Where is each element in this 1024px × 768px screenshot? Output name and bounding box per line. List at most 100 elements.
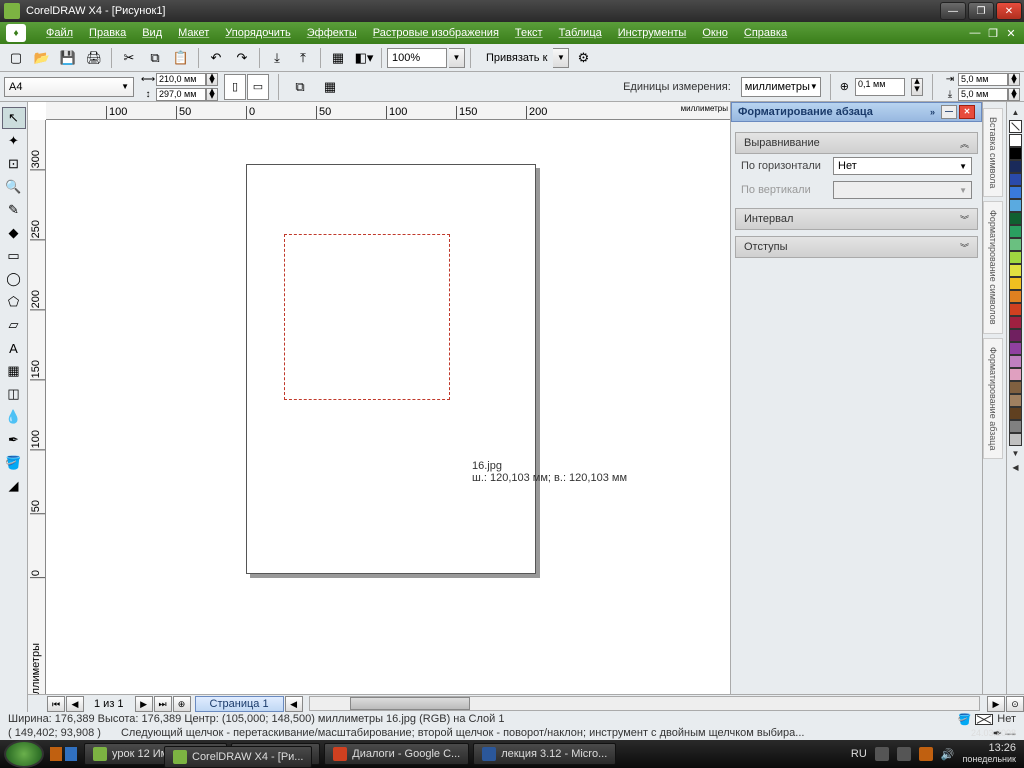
- scrollbar-thumb[interactable]: [350, 697, 470, 710]
- color-swatch[interactable]: [1009, 212, 1022, 225]
- canvas-area[interactable]: 100 50 0 50 100 150 200 миллиметры 300 2…: [28, 102, 730, 712]
- spinner[interactable]: ▴▾: [1008, 73, 1020, 86]
- zoom-input[interactable]: 100%: [387, 48, 447, 68]
- menu-макет[interactable]: Макет: [170, 24, 217, 42]
- color-swatch[interactable]: [1009, 277, 1022, 290]
- menu-вид[interactable]: Вид: [134, 24, 170, 42]
- color-swatch[interactable]: [1009, 264, 1022, 277]
- app-launcher-icon[interactable]: ▦: [326, 47, 350, 69]
- spinner[interactable]: ▴▾: [1008, 88, 1020, 101]
- vertical-ruler[interactable]: 300 250 200 150 100 50 0 миллиметры: [28, 120, 46, 712]
- color-swatch[interactable]: [1009, 186, 1022, 199]
- color-swatch[interactable]: [1009, 381, 1022, 394]
- menu-справка[interactable]: Справка: [736, 24, 795, 42]
- spinner[interactable]: ▴▾: [206, 88, 218, 101]
- page-width-input[interactable]: 210,0 мм: [156, 73, 206, 86]
- close-button[interactable]: ✕: [996, 2, 1022, 20]
- spinner[interactable]: ▴▾: [206, 73, 218, 86]
- undo-icon[interactable]: ↶: [204, 47, 228, 69]
- menu-эффекты[interactable]: Эффекты: [299, 24, 365, 42]
- menu-окно[interactable]: Окно: [694, 24, 736, 42]
- color-swatch[interactable]: [1009, 303, 1022, 316]
- menu-текст[interactable]: Текст: [507, 24, 551, 42]
- fill-tool-icon[interactable]: 🪣: [2, 452, 26, 474]
- collapse-icon[interactable]: »: [930, 107, 935, 117]
- color-swatch[interactable]: [1009, 407, 1022, 420]
- table-tool-icon[interactable]: ▦: [2, 360, 26, 382]
- color-swatch[interactable]: [1009, 433, 1022, 446]
- docker-close-icon[interactable]: ✕: [959, 105, 975, 119]
- crop-tool-icon[interactable]: ⊡: [2, 153, 26, 175]
- zoom-dropdown-icon[interactable]: ▼: [449, 48, 465, 68]
- copy-icon[interactable]: ⧉: [143, 47, 167, 69]
- nudge-input[interactable]: 0,1 мм: [855, 78, 905, 96]
- page-height-input[interactable]: 297,0 мм: [156, 88, 206, 101]
- smart-fill-icon[interactable]: ◆: [2, 222, 26, 244]
- dup-x-input[interactable]: 5,0 мм: [958, 73, 1008, 86]
- import-placement-rect[interactable]: [284, 234, 450, 400]
- tray-icon[interactable]: [919, 747, 933, 761]
- layout-icon[interactable]: ⧉: [288, 76, 312, 98]
- doc-minimize-button[interactable]: —: [968, 27, 982, 40]
- polygon-tool-icon[interactable]: ⬠: [2, 291, 26, 313]
- tray-icon[interactable]: [897, 747, 911, 761]
- save-icon[interactable]: 💾: [56, 47, 80, 69]
- task-item[interactable]: лекция 3.12 - Micro...: [473, 743, 616, 765]
- outline-tool-icon[interactable]: ✒: [2, 429, 26, 451]
- layout2-icon[interactable]: ▦: [318, 76, 342, 98]
- interactive-fill-icon[interactable]: ◢: [2, 475, 26, 497]
- volume-icon[interactable]: 🔊: [941, 748, 955, 761]
- dup-y-input[interactable]: 5,0 мм: [958, 88, 1008, 101]
- color-swatch[interactable]: [1009, 290, 1022, 303]
- menu-правка[interactable]: Правка: [81, 24, 134, 42]
- task-item[interactable]: Диалоги - Google C...: [324, 743, 469, 765]
- navigator-icon[interactable]: ⊙: [1006, 696, 1024, 712]
- side-tab-insert-char[interactable]: Вставка символа: [983, 108, 1003, 197]
- landscape-button[interactable]: ▭: [247, 74, 269, 100]
- menu-файл[interactable]: Файл: [38, 24, 81, 42]
- fill-indicator[interactable]: 🪣Нет: [958, 713, 1016, 726]
- spinner[interactable]: ▴▾: [911, 78, 923, 96]
- color-swatch[interactable]: [1009, 329, 1022, 342]
- tray-icon[interactable]: [875, 747, 889, 761]
- horizontal-align-select[interactable]: Нет▼: [833, 157, 972, 175]
- section-alignment[interactable]: Выравнивание︽: [735, 132, 978, 154]
- color-swatch[interactable]: [1009, 160, 1022, 173]
- redo-icon[interactable]: ↷: [230, 47, 254, 69]
- color-swatch[interactable]: [1009, 368, 1022, 381]
- blend-tool-icon[interactable]: ◫: [2, 383, 26, 405]
- color-swatch[interactable]: [1009, 238, 1022, 251]
- prev-page-button[interactable]: ◀: [66, 696, 84, 712]
- color-swatch[interactable]: [1009, 251, 1022, 264]
- ellipse-tool-icon[interactable]: ◯: [2, 268, 26, 290]
- minimize-button[interactable]: —: [940, 2, 966, 20]
- swatch-none[interactable]: [1009, 120, 1022, 133]
- color-swatch[interactable]: [1009, 225, 1022, 238]
- color-swatch[interactable]: [1009, 342, 1022, 355]
- color-swatch[interactable]: [1009, 316, 1022, 329]
- side-tab-char-format[interactable]: Форматирование символов: [983, 201, 1003, 334]
- color-swatch[interactable]: [1009, 394, 1022, 407]
- zoom-tool-icon[interactable]: 🔍: [2, 176, 26, 198]
- first-page-button[interactable]: ⏮: [47, 696, 65, 712]
- menu-упорядочить[interactable]: Упорядочить: [217, 24, 298, 42]
- clock[interactable]: 13:26 понедельник: [963, 743, 1017, 765]
- section-spacing[interactable]: Интервал︾: [735, 208, 978, 230]
- color-swatch[interactable]: [1009, 173, 1022, 186]
- palette-flyout-icon[interactable]: ◀: [1012, 463, 1018, 472]
- rectangle-tool-icon[interactable]: ▭: [2, 245, 26, 267]
- pick-tool-icon[interactable]: ↖: [2, 107, 26, 129]
- quick-icon[interactable]: [50, 747, 62, 761]
- basic-shapes-icon[interactable]: ▱: [2, 314, 26, 336]
- docker-minimize-icon[interactable]: —: [941, 105, 957, 119]
- last-page-button[interactable]: ⏭: [154, 696, 172, 712]
- side-tab-para-format[interactable]: Форматирование абзаца: [983, 338, 1003, 459]
- palette-up-icon[interactable]: ▲: [1012, 108, 1020, 117]
- doc-restore-button[interactable]: ❐: [986, 27, 1000, 40]
- docker-titlebar[interactable]: Форматирование абзаца » — ✕: [731, 102, 982, 122]
- next-page-button[interactable]: ▶: [135, 696, 153, 712]
- hscroll-right-icon[interactable]: ▶: [987, 696, 1005, 712]
- paste-icon[interactable]: 📋: [169, 47, 193, 69]
- start-button[interactable]: [4, 740, 44, 768]
- color-swatch[interactable]: [1009, 199, 1022, 212]
